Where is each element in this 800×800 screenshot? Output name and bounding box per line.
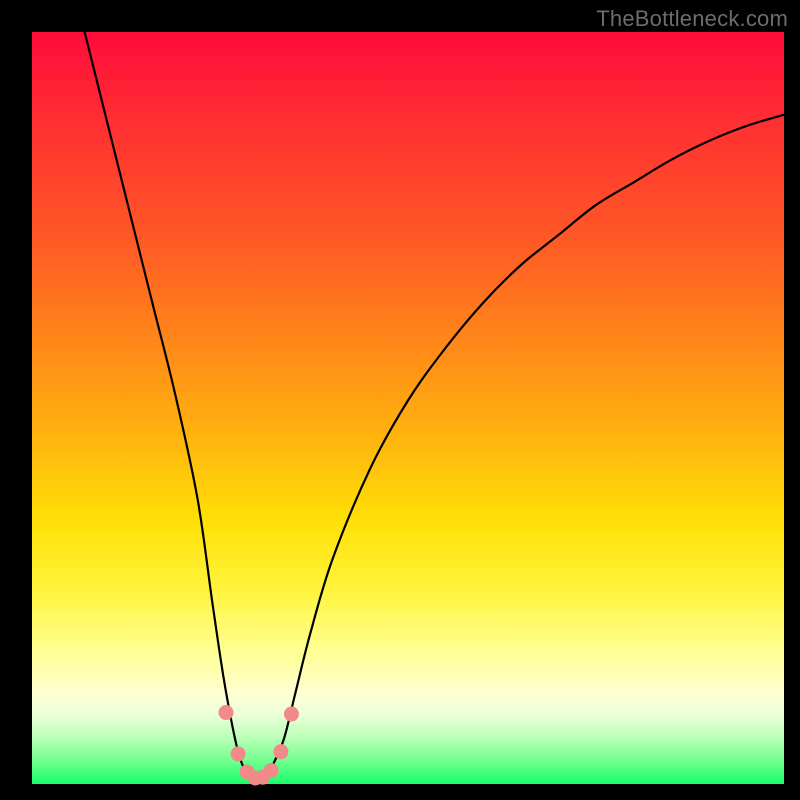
- marker-dot: [231, 746, 246, 761]
- marker-dot: [273, 744, 288, 759]
- chart-frame: TheBottleneck.com: [0, 0, 800, 800]
- curve-layer: [85, 32, 784, 780]
- watermark-label: TheBottleneck.com: [596, 6, 788, 32]
- marker-dot: [264, 763, 279, 778]
- plot-area: [32, 32, 784, 784]
- bottleneck-markers: [219, 705, 299, 785]
- marker-dot: [284, 707, 299, 722]
- chart-svg: [32, 32, 784, 784]
- bottleneck-curve: [85, 32, 784, 780]
- marker-dot: [219, 705, 234, 720]
